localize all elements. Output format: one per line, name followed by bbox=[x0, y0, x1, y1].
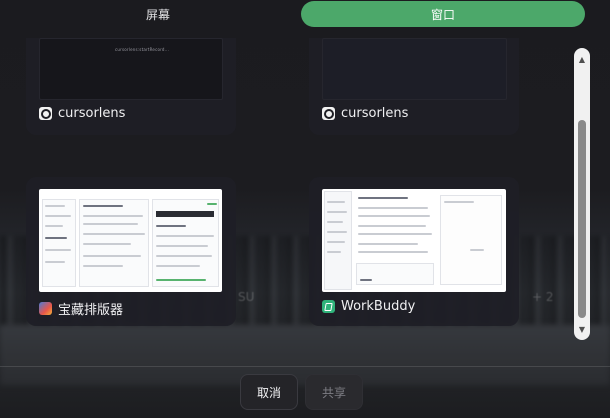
scrollbar-thumb[interactable] bbox=[578, 120, 586, 318]
window-thumbnail bbox=[322, 189, 506, 292]
tab-screen[interactable]: 屏幕 bbox=[20, 1, 296, 27]
tab-window[interactable]: 窗口 bbox=[301, 1, 585, 27]
window-card-cursorlens-1[interactable]: cursorlens:startRecord... cursorlens bbox=[26, 38, 236, 135]
window-thumbnail bbox=[39, 189, 222, 292]
vertical-scrollbar[interactable]: ▲ ▼ bbox=[574, 48, 590, 340]
scroll-down-arrow-icon[interactable]: ▼ bbox=[574, 322, 590, 336]
window-title: 宝藏排版器 bbox=[58, 303, 124, 318]
cursorlens-icon bbox=[39, 107, 52, 120]
window-card-baozang-paibanqi[interactable]: 宝藏排版器 bbox=[26, 177, 236, 326]
window-card-workbuddy[interactable]: WorkBuddy bbox=[309, 177, 519, 326]
window-title: WorkBuddy bbox=[341, 299, 416, 314]
window-title: cursorlens bbox=[58, 106, 126, 121]
window-card-cursorlens-2[interactable]: cursorlens bbox=[309, 38, 519, 135]
cancel-button[interactable]: 取消 bbox=[240, 374, 298, 410]
workbuddy-icon bbox=[322, 300, 335, 313]
window-thumbnail: cursorlens:startRecord... bbox=[39, 38, 223, 100]
scroll-up-arrow-icon[interactable]: ▲ bbox=[574, 52, 590, 66]
window-caption: cursorlens bbox=[39, 106, 125, 121]
window-caption: cursorlens bbox=[322, 106, 408, 121]
baozang-paibanqi-icon bbox=[39, 302, 52, 315]
window-caption: 宝藏排版器 bbox=[39, 299, 123, 318]
window-thumbnail bbox=[322, 38, 507, 100]
source-tab-bar: 屏幕 窗口 bbox=[0, 0, 610, 30]
footer-divider bbox=[0, 366, 610, 367]
share-button[interactable]: 共享 bbox=[305, 374, 363, 410]
window-list[interactable]: cursorlens:startRecord... cursorlens cur… bbox=[0, 38, 570, 338]
thumbnail-text: cursorlens:startRecord... bbox=[115, 47, 170, 52]
cursorlens-icon bbox=[322, 107, 335, 120]
window-caption: WorkBuddy bbox=[322, 299, 415, 314]
window-title: cursorlens bbox=[341, 106, 409, 121]
